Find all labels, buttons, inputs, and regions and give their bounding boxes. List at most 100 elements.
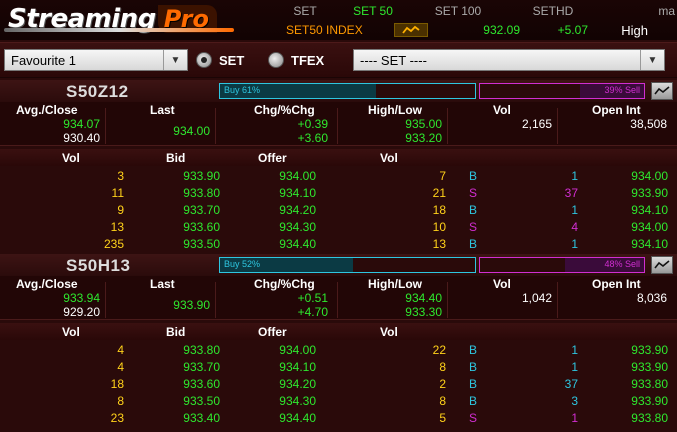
index-tabs: SET SET 50 SET 100 SETHD ma	[270, 4, 677, 20]
open-int-header: Open Int	[592, 103, 641, 117]
trend-icon[interactable]	[394, 23, 428, 37]
logo-swoosh	[4, 28, 234, 32]
bid-price[interactable]: 933.50	[150, 394, 220, 408]
depth-row[interactable]: 3 933.90 934.00 7 B 1 934.00	[0, 167, 677, 184]
radio-tfex[interactable]	[268, 52, 284, 68]
bid-price[interactable]: 933.80	[150, 343, 220, 357]
tab-sethd[interactable]: SETHD	[510, 4, 596, 20]
close-value: 930.40	[63, 131, 100, 145]
depth-row[interactable]: 11 933.80 934.10 21 S 37 933.90	[0, 184, 677, 201]
tab-set100[interactable]: SET 100	[406, 4, 510, 20]
index-name[interactable]: SET50 INDEX	[270, 23, 394, 37]
offer-volume: 13	[432, 237, 446, 251]
depth-row[interactable]: 8 933.50 934.30 8 B 3 933.90	[0, 392, 677, 409]
bid-price[interactable]: 933.40	[150, 411, 220, 425]
offer-price[interactable]: 934.10	[246, 360, 316, 374]
depth-row[interactable]: 235 933.50 934.40 13 B 1 934.10	[0, 235, 677, 252]
trade-price: 934.00	[631, 169, 668, 183]
trade-volume: 37	[564, 186, 578, 200]
sell-pressure-bar: 48% Sell	[479, 257, 645, 273]
symbol-name[interactable]: S50Z12	[66, 82, 129, 102]
depth-row[interactable]: 23 933.40 934.40 5 S 1 933.80	[0, 409, 677, 426]
low-value: 933.20	[405, 131, 442, 145]
last-header: Last	[150, 103, 175, 117]
trade-volume: 1	[571, 169, 578, 183]
tab-set50[interactable]: SET 50	[340, 4, 406, 20]
quote-panel: S50H13 Buy 52% 48% Sell Avg./Close Last Chg/%…	[0, 254, 677, 427]
depth-bid-header: Bid	[166, 151, 186, 165]
bid-price[interactable]: 933.50	[150, 237, 220, 251]
radio-tfex-label: TFEX	[291, 53, 325, 68]
sell-pressure-bar: 39% Sell	[479, 83, 645, 99]
offer-price[interactable]: 934.00	[246, 169, 316, 183]
trade-price: 934.10	[631, 203, 668, 217]
avg-value: 933.94	[63, 291, 100, 305]
depth-row[interactable]: 13 933.60 934.30 10 S 4 934.00	[0, 218, 677, 235]
offer-price[interactable]: 934.40	[246, 411, 316, 425]
chart-icon[interactable]	[651, 82, 673, 100]
tab-set[interactable]: SET	[270, 4, 340, 20]
column-divider	[337, 108, 338, 144]
trade-volume: 4	[571, 220, 578, 234]
depth-row[interactable]: 4 933.70 934.10 8 B 1 933.90	[0, 358, 677, 375]
offer-price[interactable]: 934.30	[246, 220, 316, 234]
tab-more[interactable]: ma	[596, 4, 677, 20]
chg-value: +0.51	[297, 291, 328, 305]
bid-volume: 9	[117, 203, 124, 217]
index-row: SET50 INDEX 932.09 +5.07 High	[270, 21, 677, 39]
chg-header: Chg/%Chg	[254, 277, 315, 291]
sell-pressure-label: 39% Sell	[604, 85, 640, 95]
depth-header: Vol Bid Offer Vol	[0, 323, 677, 340]
chevron-down-icon[interactable]: ▼	[640, 50, 664, 70]
column-divider	[557, 108, 558, 144]
radio-set-label: SET	[219, 53, 245, 68]
offer-price[interactable]: 934.20	[246, 377, 316, 391]
high-value: 935.00	[405, 117, 442, 131]
open-int-value: 8,036	[636, 291, 667, 305]
market-select[interactable]: ---- SET ---- ▼	[353, 49, 665, 71]
depth-row[interactable]: 9 933.70 934.20 18 B 1 934.10	[0, 201, 677, 218]
trade-price: 933.90	[631, 186, 668, 200]
depth-offer-header: Offer	[258, 151, 287, 165]
column-divider	[105, 108, 106, 144]
favourite-select[interactable]: Favourite 1 ▼	[4, 49, 188, 71]
bid-price[interactable]: 933.80	[150, 186, 220, 200]
volume-value: 1,042	[521, 291, 552, 305]
depth-row[interactable]: 4 933.80 934.00 22 B 1 933.90	[0, 341, 677, 358]
avg-close-header: Avg./Close	[16, 277, 78, 291]
trade-volume: 1	[571, 411, 578, 425]
bid-price[interactable]: 933.60	[150, 377, 220, 391]
offer-volume: 8	[439, 394, 446, 408]
offer-price[interactable]: 934.10	[246, 186, 316, 200]
last-header: Last	[150, 277, 175, 291]
bid-price[interactable]: 933.70	[150, 203, 220, 217]
bid-volume: 18	[110, 377, 124, 391]
favourite-select-value: Favourite 1	[11, 53, 77, 68]
bid-price[interactable]: 933.90	[150, 169, 220, 183]
depth-vol2-header: Vol	[380, 325, 398, 339]
bid-volume: 4	[117, 343, 124, 357]
high-value: 934.40	[405, 291, 442, 305]
radio-set[interactable]	[196, 52, 212, 68]
panel-title-bar: S50H13 Buy 52% 48% Sell	[0, 254, 677, 276]
offer-price[interactable]: 934.30	[246, 394, 316, 408]
bid-price[interactable]: 933.70	[150, 360, 220, 374]
offer-price[interactable]: 934.00	[246, 343, 316, 357]
vol-header: Vol	[493, 103, 511, 117]
offer-volume: 18	[432, 203, 446, 217]
bid-price[interactable]: 933.60	[150, 220, 220, 234]
offer-price[interactable]: 934.40	[246, 237, 316, 251]
offer-price[interactable]: 934.20	[246, 203, 316, 217]
trade-price: 933.80	[631, 411, 668, 425]
depth-bid-header: Bid	[166, 325, 186, 339]
trade-volume: 1	[571, 343, 578, 357]
symbol-name[interactable]: S50H13	[66, 256, 130, 276]
depth-row[interactable]: 18 933.60 934.20 2 B 37 933.80	[0, 375, 677, 392]
chart-icon[interactable]	[651, 256, 673, 274]
trade-price: 933.80	[631, 377, 668, 391]
buy-pressure-bar: Buy 52%	[219, 257, 476, 273]
sell-pressure-label: 48% Sell	[604, 259, 640, 269]
bid-volume: 235	[103, 237, 124, 251]
chevron-down-icon[interactable]: ▼	[163, 50, 187, 70]
bid-volume: 23	[110, 411, 124, 425]
